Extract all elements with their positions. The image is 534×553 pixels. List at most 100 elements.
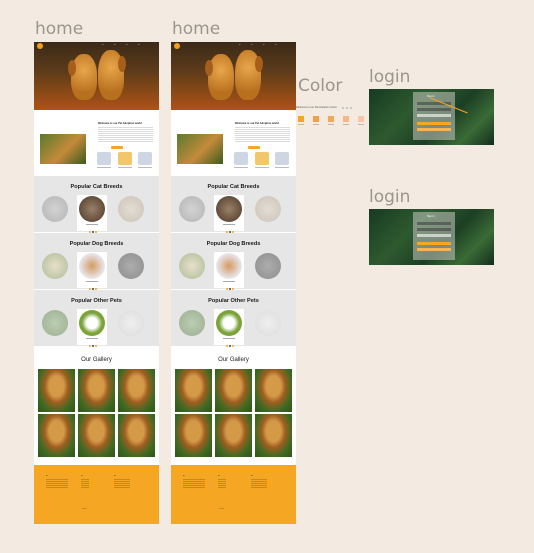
login-button[interactable] — [417, 242, 451, 245]
cat-card-1[interactable] — [177, 195, 207, 231]
color-swatch[interactable] — [313, 116, 319, 122]
color-swatch-label — [343, 124, 349, 125]
login-title: Sign in — [427, 215, 435, 218]
welcome-text — [98, 127, 153, 143]
pet-thumb-2[interactable] — [118, 152, 132, 165]
nav-bar: ▪▪ ▪▪ ▪▪ ▪▪ — [34, 42, 159, 50]
gallery-title: Our Gallery — [81, 357, 112, 363]
frame-label-color: Color — [298, 76, 343, 96]
puppy-left-image — [71, 54, 97, 100]
gallery-image[interactable] — [78, 369, 115, 412]
gallery-image[interactable] — [215, 414, 252, 457]
remember-row[interactable] — [417, 234, 451, 237]
email-field[interactable] — [417, 222, 451, 225]
cat-card-2[interactable] — [77, 195, 107, 231]
signup-button[interactable] — [417, 128, 451, 131]
color-swatch[interactable] — [328, 116, 334, 122]
adopt-button[interactable] — [111, 146, 123, 149]
dog-breeds-section: Popular Dog Breeds — [171, 233, 296, 290]
footer: ▪▪ ▪▪ ▪▪ ▪▪▪▪▪▪▪▪ — [171, 465, 296, 524]
section-title: Popular Dog Breeds — [206, 241, 261, 247]
frame-label-login-2: login — [369, 187, 411, 207]
pet-card-1[interactable] — [40, 309, 70, 345]
pet-thumb-1[interactable] — [97, 152, 111, 165]
gallery-image[interactable] — [215, 369, 252, 412]
footer-copyright: ▪▪▪▪▪▪▪▪ — [219, 508, 225, 510]
pet-card-1[interactable] — [177, 309, 207, 345]
gallery-image[interactable] — [38, 414, 75, 457]
dog-card-3[interactable] — [253, 252, 283, 288]
welcome-section: Welcome to our Pet Adoption world — [171, 110, 296, 176]
dog-card-3[interactable] — [116, 252, 146, 288]
pet-card-3[interactable] — [253, 309, 283, 345]
color-swatch[interactable] — [298, 116, 304, 122]
section-title: Popular Cat Breeds — [207, 184, 260, 190]
dog-card-2[interactable] — [77, 252, 107, 288]
gallery-image[interactable] — [175, 414, 212, 457]
password-field[interactable] — [417, 108, 451, 111]
dog-breeds-section: Popular Dog Breeds — [34, 233, 159, 290]
welcome-dog-image — [177, 134, 223, 164]
login-frame-2[interactable]: Sign in — [369, 209, 494, 265]
color-swatch-label — [313, 124, 319, 125]
color-swatch[interactable] — [343, 116, 349, 122]
section-title: Popular Other Pets — [71, 298, 122, 304]
gallery-image[interactable] — [255, 414, 292, 457]
welcome-title: Welcome to our Pet Adoption world — [235, 122, 279, 125]
cat-card-3[interactable] — [253, 195, 283, 231]
puppy-left-image — [208, 54, 234, 100]
pet-thumb-3[interactable] — [275, 152, 289, 165]
pet-card-2[interactable] — [77, 309, 107, 345]
gallery-image[interactable] — [118, 414, 155, 457]
pet-thumb-2[interactable] — [255, 152, 269, 165]
gallery-image[interactable] — [38, 369, 75, 412]
login-button[interactable] — [417, 122, 451, 125]
welcome-text — [235, 127, 290, 143]
dog-card-2[interactable] — [214, 252, 244, 288]
section-title: Popular Other Pets — [208, 298, 259, 304]
remember-row[interactable] — [417, 114, 451, 117]
hero-banner: ▪▪ ▪▪ ▪▪ ▪▪ — [34, 42, 159, 110]
login-frame-1[interactable]: Sign in — [369, 89, 494, 145]
gallery-image[interactable] — [78, 414, 115, 457]
home-frame-2[interactable]: ▪▪ ▪▪ ▪▪ ▪▪ Welcome to our Pet Adoption … — [171, 42, 296, 524]
frame-label-home-1: home — [35, 19, 84, 39]
cat-breeds-section: Popular Cat Breeds — [171, 176, 296, 233]
gallery-title: Our Gallery — [218, 357, 249, 363]
home-frame-1[interactable]: ▪▪ ▪▪ ▪▪ ▪▪ Welcome to our Pet Adoption … — [34, 42, 159, 524]
dog-card-1[interactable] — [40, 252, 70, 288]
gallery-image[interactable] — [175, 369, 212, 412]
color-swatch-label — [298, 124, 304, 125]
password-field[interactable] — [417, 228, 451, 231]
logo-icon[interactable] — [37, 43, 43, 49]
dog-card-1[interactable] — [177, 252, 207, 288]
gallery-section: Our Gallery — [171, 347, 296, 465]
welcome-title: Welcome to our Pet Adoption world — [98, 122, 142, 125]
cat-card-3[interactable] — [116, 195, 146, 231]
gallery-image[interactable] — [118, 369, 155, 412]
pet-card-2[interactable] — [214, 309, 244, 345]
cat-card-2[interactable] — [214, 195, 244, 231]
other-pets-section: Popular Other Pets — [171, 290, 296, 347]
hero-banner: ▪▪ ▪▪ ▪▪ ▪▪ — [171, 42, 296, 110]
cat-breeds-section: Popular Cat Breeds — [34, 176, 159, 233]
frame-label-login-1: login — [369, 67, 411, 87]
footer: ▪▪ ▪▪ ▪▪ ▪▪▪▪▪▪▪▪ — [34, 465, 159, 524]
adopt-button[interactable] — [248, 146, 260, 149]
cat-card-1[interactable] — [40, 195, 70, 231]
color-swatch[interactable] — [358, 116, 364, 122]
welcome-dog-image — [40, 134, 86, 164]
logo-icon[interactable] — [174, 43, 180, 49]
pet-thumb-1[interactable] — [234, 152, 248, 165]
color-panel-heading: Welcome to our Pet Adoption world — [296, 106, 337, 109]
pet-thumb-3[interactable] — [138, 152, 152, 165]
color-swatch-label — [328, 124, 334, 125]
welcome-section: Welcome to our Pet Adoption world — [34, 110, 159, 176]
footer-copyright: ▪▪▪▪▪▪▪▪ — [82, 508, 88, 510]
pet-card-3[interactable] — [116, 309, 146, 345]
frame-label-home-2: home — [172, 19, 221, 39]
gallery-image[interactable] — [255, 369, 292, 412]
signup-button[interactable] — [417, 248, 451, 251]
section-title: Popular Cat Breeds — [70, 184, 123, 190]
nav-bar: ▪▪ ▪▪ ▪▪ ▪▪ — [171, 42, 296, 50]
